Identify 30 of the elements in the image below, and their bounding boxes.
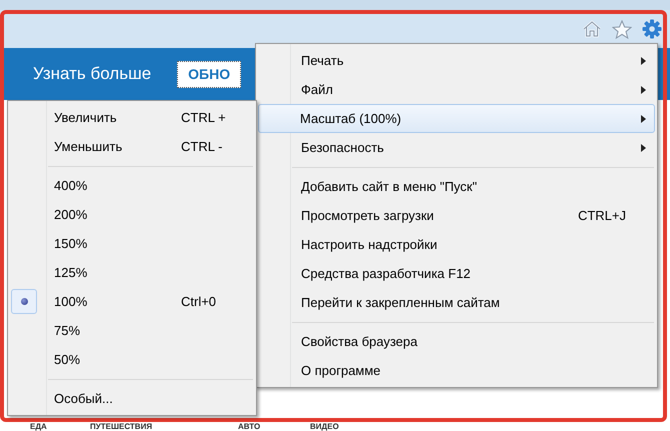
learn-more-link[interactable]: Узнать больше	[33, 61, 152, 87]
menu-item[interactable]: О программе	[258, 356, 655, 385]
star-icon[interactable]	[612, 20, 632, 38]
menu-item[interactable]: 150%	[8, 229, 256, 258]
settings-icon[interactable]	[642, 19, 662, 39]
menu-item[interactable]: 400%	[8, 171, 256, 200]
menu-item[interactable]: Просмотреть загрузки CTRL+J	[258, 201, 655, 230]
menu-item[interactable]: Свойства браузера	[258, 327, 655, 356]
menu-item[interactable]: Файл	[258, 75, 655, 104]
home-icon[interactable]	[582, 20, 602, 38]
menu-item[interactable]: Особый...	[8, 384, 256, 413]
menu-item[interactable]: 200%	[8, 200, 256, 229]
nav-link[interactable]: АВТО	[238, 423, 310, 431]
menu-item[interactable]: Масштаб (100%)	[258, 104, 655, 133]
menu-item[interactable]: 50%	[8, 345, 256, 374]
update-button[interactable]: ОБНО	[177, 60, 242, 88]
menu-item[interactable]: Средства разработчика F12	[258, 259, 655, 288]
menu-item[interactable]: Добавить сайт в меню "Пуск"	[258, 172, 655, 201]
menu-item[interactable]: 100% Ctrl+0	[8, 287, 256, 316]
menu-item[interactable]: 75%	[8, 316, 256, 345]
menu-item[interactable]: Безопасность	[258, 133, 655, 162]
menu-item[interactable]: Уменьшить CTRL -	[8, 132, 256, 161]
menu-item[interactable]: Настроить надстройки	[258, 230, 655, 259]
nav-link[interactable]: ПУТЕШЕСТВИЯ	[90, 423, 238, 431]
menu-item[interactable]: Увеличить CTRL +	[8, 103, 256, 132]
menu-item[interactable]: Печать	[258, 46, 655, 75]
menu-item[interactable]: 125%	[8, 258, 256, 287]
nav-link[interactable]: ЕДА	[30, 423, 90, 431]
nav-link[interactable]: ВИДЕО	[310, 423, 370, 431]
menu-item[interactable]: Перейти к закрепленным сайтам	[258, 288, 655, 317]
